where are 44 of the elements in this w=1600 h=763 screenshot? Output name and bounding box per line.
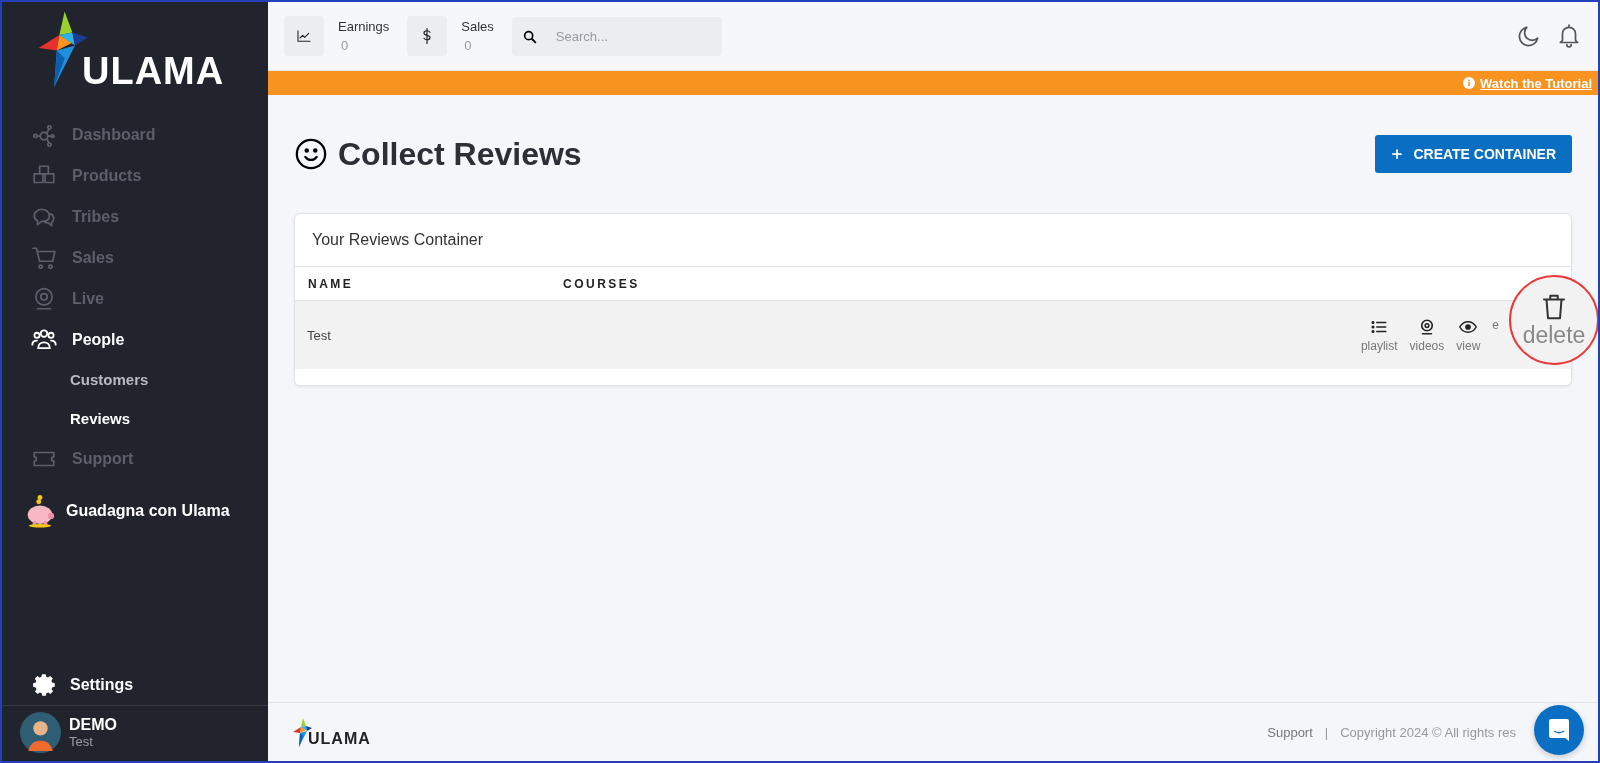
- info-icon: [1463, 77, 1476, 89]
- avatar[interactable]: [20, 712, 61, 753]
- row-action[interactable]: view: [1456, 317, 1481, 353]
- sidebar-item[interactable]: People: [28, 319, 268, 360]
- line-chart-icon: [296, 28, 312, 44]
- row-action[interactable]: playlist: [1360, 317, 1398, 353]
- settings-link[interactable]: Settings: [2, 665, 268, 706]
- chat-icon: [1548, 718, 1570, 742]
- gear-icon: [32, 672, 58, 698]
- sidebar-subitem[interactable]: Customers: [28, 360, 268, 399]
- bell-icon: [1556, 23, 1582, 49]
- support-link[interactable]: Support: [1267, 724, 1313, 740]
- sidebar-item[interactable]: Dashboard: [28, 114, 268, 155]
- create-container-button[interactable]: CREATE CONTAINER: [1375, 135, 1572, 173]
- plus-icon: [1391, 148, 1404, 160]
- column-header: COURSES: [563, 276, 640, 291]
- callout-label: delete: [1522, 321, 1586, 349]
- stat-label: Sales: [461, 19, 494, 34]
- user-name: DEMO: [69, 716, 117, 734]
- user-role: Test: [69, 734, 94, 749]
- footer-logo-text: ULAMA: [308, 729, 371, 748]
- separator: |: [1324, 724, 1329, 740]
- sidebar-item[interactable]: Guadagna con Ulama: [24, 479, 268, 543]
- stat-label: Earnings: [338, 19, 390, 34]
- copyright-text: Copyright 2024 © All rights res: [1340, 724, 1516, 740]
- sidebar-subitem[interactable]: Reviews: [28, 399, 268, 438]
- table-cell: Test: [307, 327, 331, 343]
- row-action[interactable]: videos: [1409, 317, 1445, 353]
- sidebar-item[interactable]: Support: [28, 438, 268, 479]
- sidebar-item[interactable]: Products: [28, 155, 268, 196]
- page-title: Collect Reviews: [338, 135, 582, 173]
- sidebar-item[interactable]: Live: [28, 278, 268, 319]
- logo-text: ULAMA: [82, 52, 225, 90]
- smiley-icon: [294, 137, 328, 171]
- card-title: Your Reviews Container: [295, 214, 1571, 267]
- row-action[interactable]: e: [1492, 317, 1499, 353]
- search-field[interactable]: Search...: [511, 16, 722, 56]
- stat-value: 0: [463, 38, 473, 53]
- stat-value: 0: [340, 38, 350, 53]
- search-icon: [521, 28, 538, 45]
- sidebar-item[interactable]: Sales: [28, 237, 268, 278]
- column-header: NAME: [308, 276, 355, 291]
- tutorial-link[interactable]: Watch the Tutorial: [1480, 75, 1592, 91]
- sidebar-item[interactable]: Tribes: [28, 196, 268, 237]
